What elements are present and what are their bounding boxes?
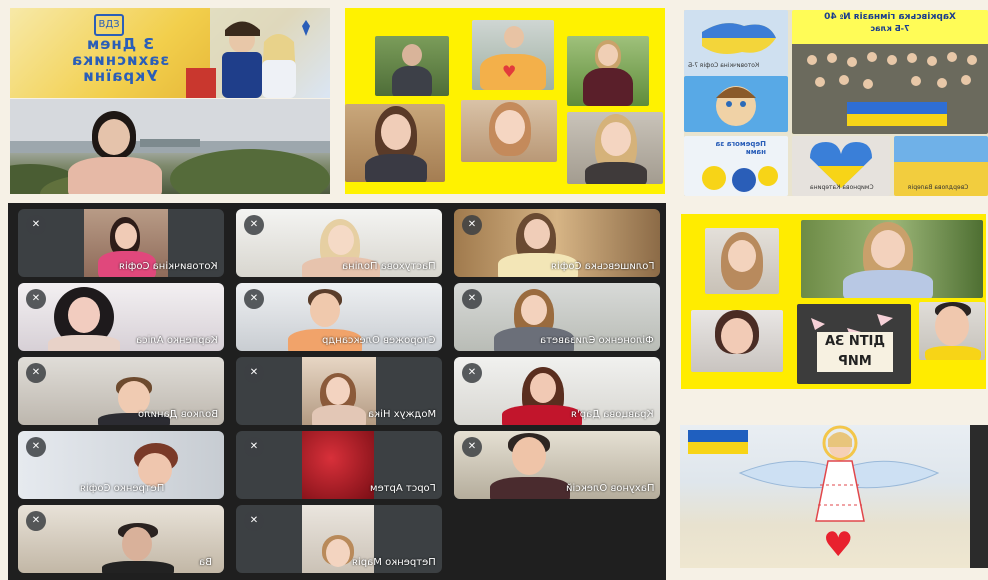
teacher-figure	[60, 111, 170, 194]
school-collage: Котовичкіна Софія 7-Б Харківська гімназі…	[684, 10, 988, 196]
student-photo	[705, 228, 779, 294]
participant-name: Пахунов Олексій	[565, 483, 654, 494]
mic-off-icon[interactable]: ✕	[462, 437, 482, 457]
mic-off-icon[interactable]: ✕	[26, 363, 46, 383]
student-photo	[691, 310, 783, 372]
participant-tile[interactable]: ✕ Петренко Софія	[18, 431, 224, 499]
student-photo	[919, 302, 985, 360]
city-background	[10, 99, 330, 194]
participant-tile[interactable]: ✕ Філоненко Єлизавета	[454, 283, 660, 351]
student-collage-top: ♥	[345, 8, 665, 194]
mic-off-icon[interactable]: ✕	[244, 363, 264, 383]
mic-off-icon[interactable]: ✕	[462, 215, 482, 235]
participant-name: Пастухова Поліна	[342, 261, 436, 272]
participant-name: Петренко Софія	[79, 483, 164, 494]
participant-name: Котовичкіна Софія	[119, 261, 218, 272]
participant-tile[interactable]: ✕ Голишевська Софія	[454, 209, 660, 277]
mic-off-icon[interactable]: ✕	[244, 511, 264, 531]
heart-icon: ♥	[502, 62, 517, 81]
mic-off-icon[interactable]: ✕	[244, 289, 264, 309]
participant-name: Моджух Ніка	[367, 409, 436, 420]
participant-tile[interactable]: ✕ Моджух Ніка	[236, 357, 442, 425]
video-meeting-grid: ✕ Котовичкіна Софія ✕ Пастухова Поліна ✕…	[8, 203, 666, 580]
student-photo	[345, 104, 445, 182]
participant-tile[interactable]: ✕ Горст Артем	[236, 431, 442, 499]
mic-off-icon[interactable]: ✕	[26, 511, 46, 531]
mic-off-icon[interactable]: ✕	[244, 215, 264, 235]
participant-name: Петренко Марія	[352, 557, 436, 568]
student-photo	[375, 36, 449, 96]
student-collage-bottom: ДІТИ ЗА МИР	[681, 214, 986, 389]
participant-name: Сторожев Олександр	[322, 335, 436, 346]
participant-tile[interactable]: ✕ Волков Данило	[18, 357, 224, 425]
teacher-photo	[10, 99, 330, 194]
mic-off-icon[interactable]: ✕	[462, 289, 482, 309]
student-photo: ♥	[472, 20, 554, 90]
participant-tile[interactable]: ✕ Петренко Марія	[236, 505, 442, 573]
drawing-wheat: Свердлова Валерія	[894, 136, 988, 196]
student-photo	[567, 112, 663, 184]
student-photo	[567, 36, 649, 106]
class-group-photo: Харківська гімназія № 40 7-Б клас	[792, 10, 988, 134]
angel-drawing: ♥	[680, 425, 988, 568]
drawing-map: Котовичкіна Софія 7-Б	[684, 10, 788, 76]
participant-tile[interactable]: ✕ Ва	[18, 505, 224, 573]
participant-name: Ва	[199, 557, 212, 568]
drawing-boy	[684, 76, 788, 132]
participant-tile[interactable]: ✕ Кравцова Дар'я	[454, 357, 660, 425]
participant-name: Філоненко Єлизавета	[540, 335, 654, 346]
drawing-victory: Перемога за нами	[684, 136, 788, 196]
participant-tile[interactable]: ✕ Котовичкіна Софія	[18, 209, 224, 277]
participant-tile[interactable]: ✕ Пахунов Олексій	[454, 431, 660, 499]
cossack-couple-illustration	[186, 8, 330, 98]
mic-off-icon[interactable]: ✕	[462, 363, 482, 383]
peace-sign-text: ДІТИ ЗА МИР	[817, 332, 893, 372]
participant-tile[interactable]: ✕ Сторожев Олександр	[236, 283, 442, 351]
mic-off-icon[interactable]: ✕	[26, 437, 46, 457]
participant-name: Горст Артем	[370, 483, 436, 494]
participant-name: Кравцова Дар'я	[571, 409, 654, 420]
mic-off-icon[interactable]: ✕	[26, 289, 46, 309]
heart-icon: ♥	[823, 525, 854, 565]
holiday-poster: ВДЗ З Днем захисника України	[10, 8, 330, 98]
participant-name: Волков Данило	[137, 409, 218, 420]
participant-name: Голишевська Софія	[550, 261, 655, 272]
participant-tile[interactable]: ✕ Карпенко Аліса	[18, 283, 224, 351]
participant-tile[interactable]: ✕ Пастухова Поліна	[236, 209, 442, 277]
mic-off-icon[interactable]: ✕	[244, 437, 264, 457]
student-photo	[801, 220, 983, 298]
kids-for-peace-poster: ДІТИ ЗА МИР	[797, 304, 911, 384]
student-photo	[461, 100, 557, 162]
mic-off-icon[interactable]: ✕	[26, 215, 46, 235]
participant-name: Карпенко Аліса	[136, 335, 218, 346]
drawing-heart: Смирнова Катерина	[792, 136, 890, 196]
